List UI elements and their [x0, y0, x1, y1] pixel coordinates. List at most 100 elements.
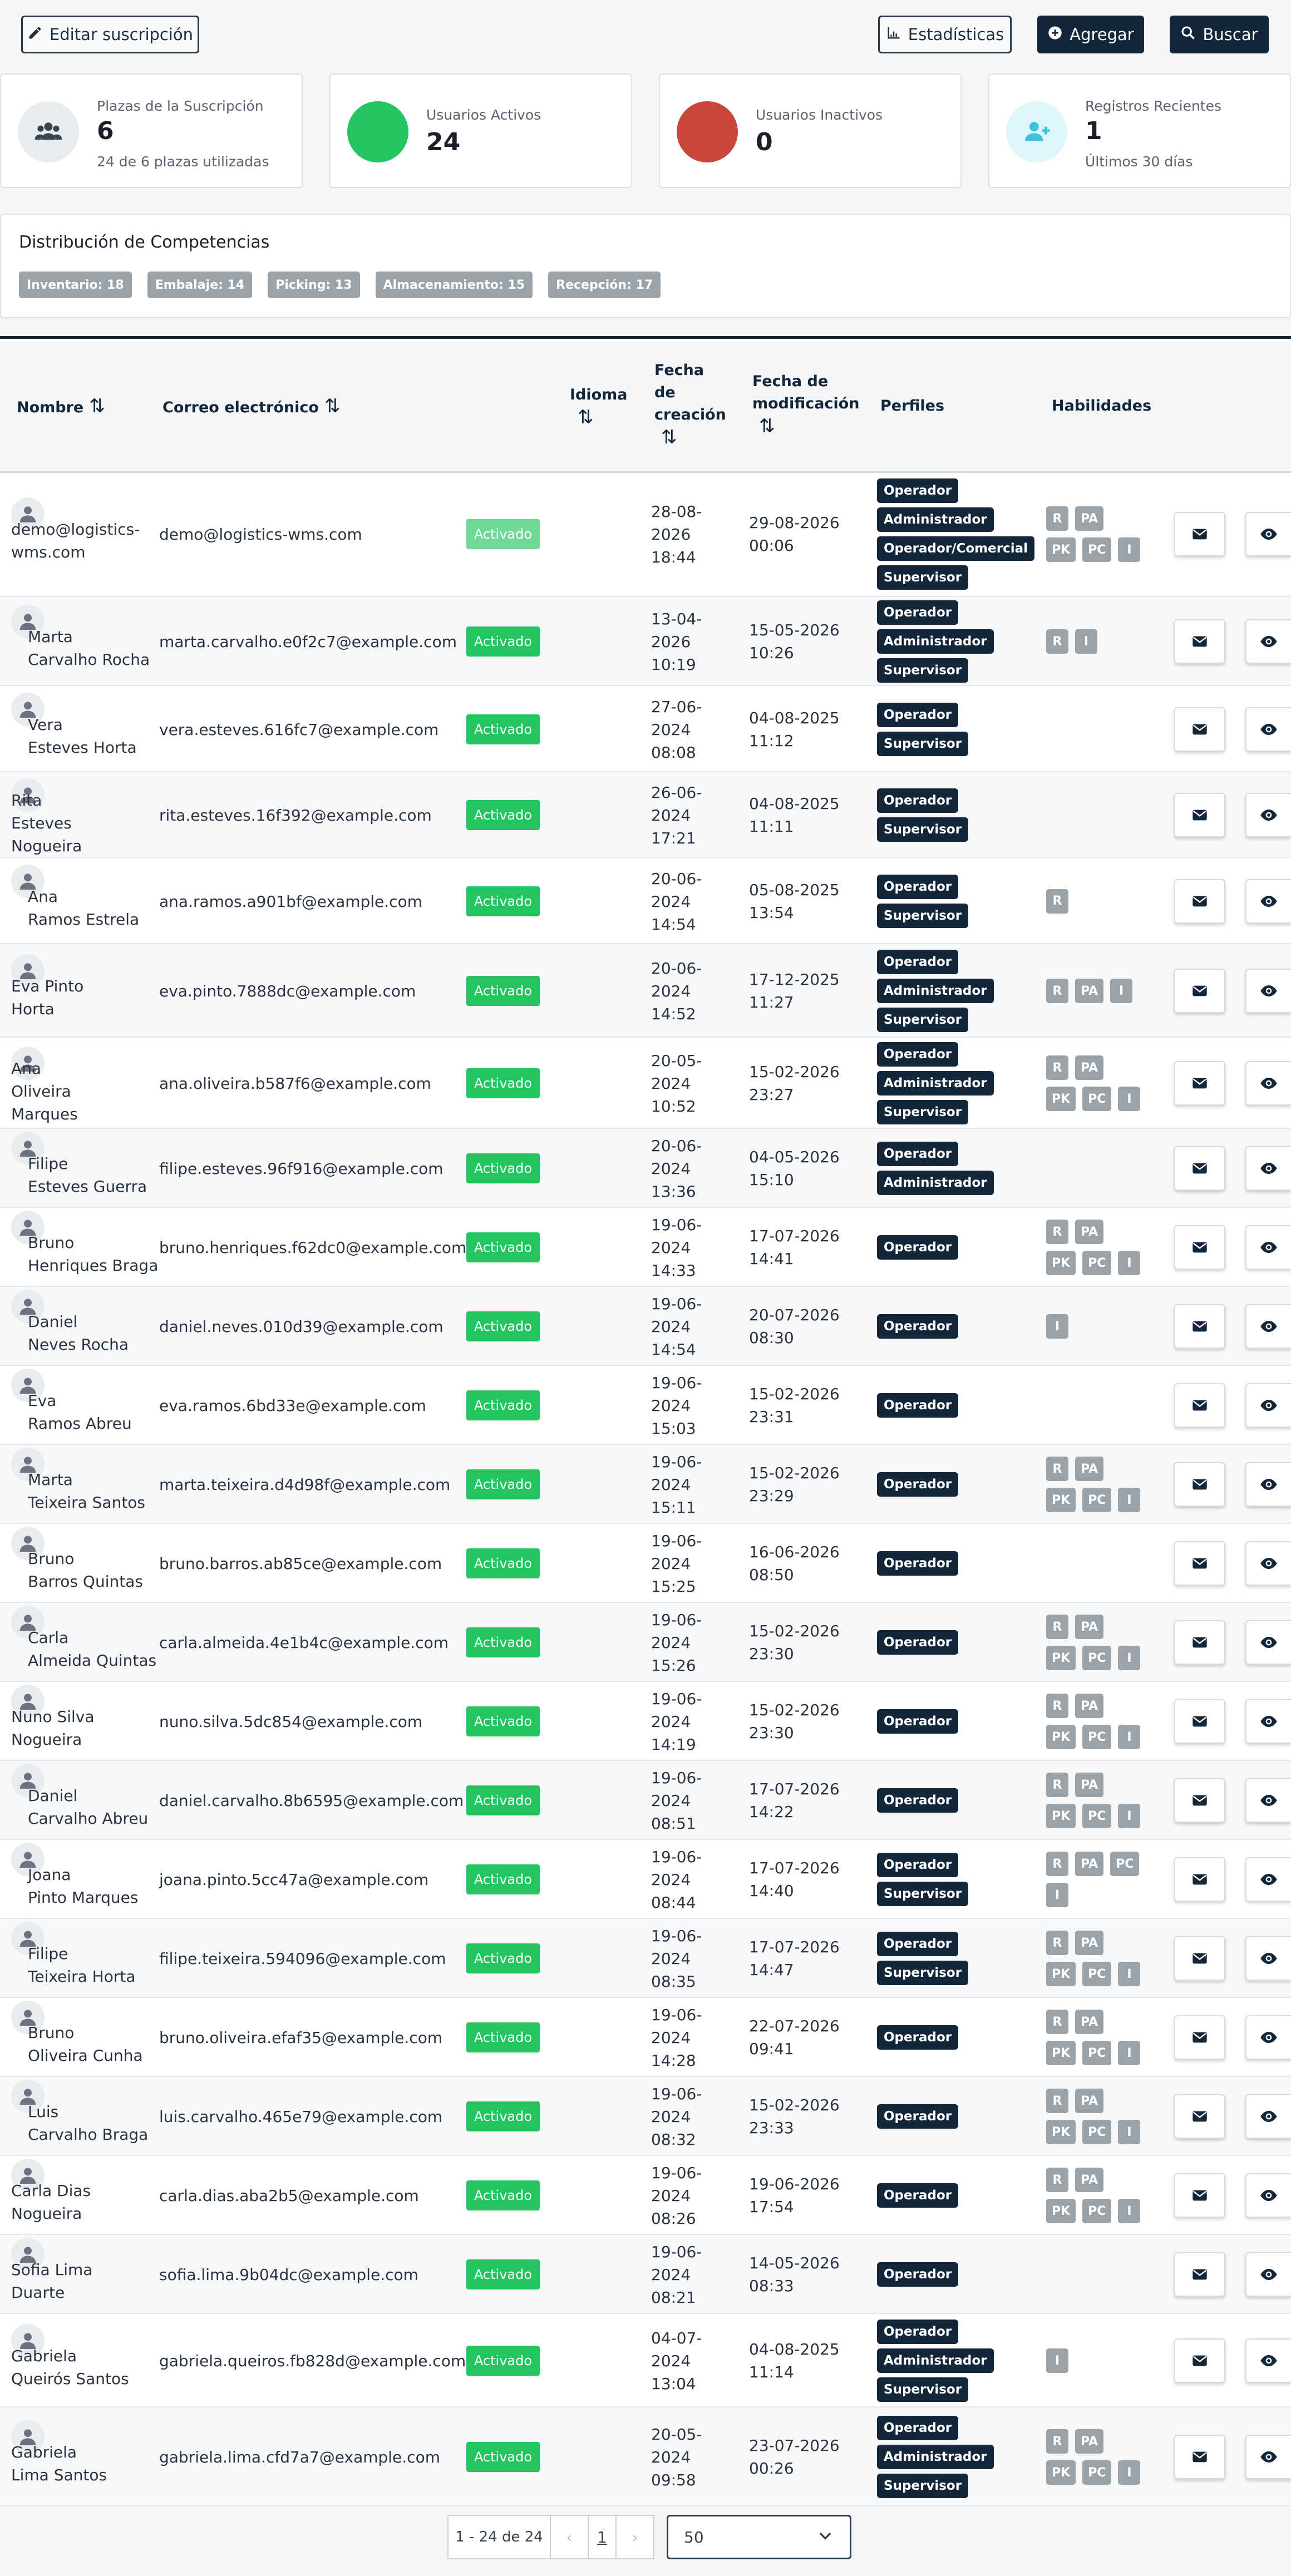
sort-icon[interactable]: ⇅ — [759, 415, 860, 437]
statistics-button[interactable]: Estadísticas — [878, 16, 1012, 53]
send-email-button[interactable] — [1174, 1304, 1225, 1349]
send-email-button[interactable] — [1174, 619, 1225, 664]
send-email-button[interactable] — [1174, 2435, 1225, 2479]
send-email-button[interactable] — [1174, 2015, 1225, 2060]
table-row: Bruno Henriques Braga bruno.henriques.f62d… — [0, 1208, 1291, 1287]
user-name-line: Ana — [11, 1059, 42, 1078]
view-user-button[interactable] — [1245, 2252, 1291, 2297]
send-email-button[interactable] — [1174, 969, 1225, 1013]
view-user-button[interactable] — [1245, 1462, 1291, 1507]
view-user-button[interactable] — [1245, 793, 1291, 837]
view-user-button[interactable] — [1245, 1936, 1291, 1981]
send-email-button[interactable] — [1174, 1778, 1225, 1823]
view-user-button[interactable] — [1245, 1225, 1291, 1270]
envelope-icon — [1193, 810, 1207, 821]
created-date-line: 2024 — [651, 982, 691, 1000]
status-badge: Activado — [466, 2442, 540, 2472]
inactive-indicator — [677, 101, 738, 162]
column-language[interactable]: Idioma ⇅ — [570, 384, 628, 428]
envelope-icon — [1193, 1242, 1207, 1253]
prev-page-button[interactable]: ‹ — [550, 2515, 589, 2559]
column-email[interactable]: Correo electrónico ⇅ — [162, 395, 340, 419]
envelope-icon — [1193, 2269, 1207, 2280]
column-name[interactable]: Nombre ⇅ — [17, 395, 105, 419]
view-user-button[interactable] — [1245, 1857, 1291, 1902]
modified-date-line: 09:41 — [749, 2040, 794, 2058]
send-email-button[interactable] — [1174, 1936, 1225, 1981]
send-email-button[interactable] — [1174, 1699, 1225, 1744]
skill-badge: PK — [1046, 2120, 1076, 2144]
profiles-list: Operador — [877, 1472, 959, 1497]
page-size-select[interactable]: 50 — [667, 2515, 851, 2559]
view-user-button[interactable] — [1245, 2435, 1291, 2479]
send-email-button[interactable] — [1174, 1146, 1225, 1191]
view-user-button[interactable] — [1245, 1146, 1291, 1191]
view-user-button[interactable] — [1245, 1304, 1291, 1349]
column-modified[interactable]: Fecha de modificación ⇅ — [752, 371, 860, 437]
view-user-button[interactable] — [1245, 1061, 1291, 1106]
status-badge: Activado — [466, 976, 540, 1006]
created-date-line: 2024 — [651, 1634, 691, 1652]
send-email-button[interactable] — [1174, 1462, 1225, 1507]
view-user-button[interactable] — [1245, 707, 1291, 752]
send-email-button[interactable] — [1174, 879, 1225, 924]
view-user-button[interactable] — [1245, 1699, 1291, 1744]
next-page-button[interactable]: › — [615, 2515, 654, 2559]
created-date: 27-06- 2024 08:08 — [651, 695, 702, 764]
view-user-button[interactable] — [1245, 1383, 1291, 1428]
skills-line: R PA — [1046, 1694, 1152, 1718]
user-name-line: Esteves Horta — [28, 738, 137, 757]
sort-icon[interactable]: ⇅ — [578, 406, 628, 428]
send-email-button[interactable] — [1174, 1541, 1225, 1586]
send-email-button[interactable] — [1174, 1383, 1225, 1428]
send-email-button[interactable] — [1174, 707, 1225, 752]
skill-badge: I — [1118, 2199, 1141, 2223]
send-email-button[interactable] — [1174, 793, 1225, 837]
status-badge: Activado — [466, 1232, 540, 1262]
view-user-button[interactable] — [1245, 1778, 1291, 1823]
view-user-button[interactable] — [1245, 969, 1291, 1013]
view-user-button[interactable] — [1245, 1541, 1291, 1586]
skills-line: R PA — [1046, 1615, 1152, 1639]
view-user-button[interactable] — [1245, 2338, 1291, 2383]
user-name-line: Oliveira — [11, 1082, 71, 1101]
search-button[interactable]: Buscar — [1170, 16, 1269, 53]
send-email-button[interactable] — [1174, 2173, 1225, 2218]
sort-icon[interactable]: ⇅ — [89, 395, 105, 417]
send-email-button[interactable] — [1174, 512, 1225, 556]
add-label: Agregar — [1070, 25, 1134, 44]
column-created[interactable]: Fecha de creación ⇅ — [654, 359, 726, 448]
created-date: 28-08- 2026 18:44 — [651, 500, 702, 569]
add-button[interactable]: Agregar — [1037, 16, 1144, 53]
view-user-button[interactable] — [1245, 2173, 1291, 2218]
created-date-line: 2024 — [651, 1074, 691, 1093]
send-email-button[interactable] — [1174, 1225, 1225, 1270]
active-indicator — [347, 101, 408, 162]
view-user-button[interactable] — [1245, 2015, 1291, 2060]
created-date: 19-06- 2024 08:35 — [651, 1924, 702, 1993]
send-email-button[interactable] — [1174, 1620, 1225, 1665]
send-email-button[interactable] — [1174, 2252, 1225, 2297]
view-user-button[interactable] — [1245, 619, 1291, 664]
send-email-button[interactable] — [1174, 2338, 1225, 2383]
send-email-button[interactable] — [1174, 1061, 1225, 1106]
profiles-list: Operador Administrador Supervisor — [877, 600, 994, 683]
view-user-button[interactable] — [1245, 1620, 1291, 1665]
view-user-button[interactable] — [1245, 2094, 1291, 2139]
send-email-button[interactable] — [1174, 1857, 1225, 1902]
view-user-button[interactable] — [1245, 512, 1291, 556]
column-created-label-line: creación — [654, 406, 726, 423]
sort-icon[interactable]: ⇅ — [661, 426, 726, 448]
send-email-button[interactable] — [1174, 2094, 1225, 2139]
page-1-link[interactable]: 1 — [588, 2515, 617, 2559]
skills-list: I — [1046, 2348, 1152, 2373]
envelope-icon — [1193, 1479, 1207, 1490]
skills-line: R PA I — [1046, 979, 1152, 1003]
skill-badge: I — [1118, 1646, 1141, 1670]
view-user-button[interactable] — [1245, 879, 1291, 924]
edit-subscription-button[interactable]: Editar suscripción — [21, 16, 199, 53]
created-date-line: 2026 — [651, 633, 691, 651]
sort-icon[interactable]: ⇅ — [324, 395, 341, 417]
user-name-line: Neves Rocha — [28, 1335, 129, 1354]
profile-badge: Operador — [877, 1314, 959, 1339]
